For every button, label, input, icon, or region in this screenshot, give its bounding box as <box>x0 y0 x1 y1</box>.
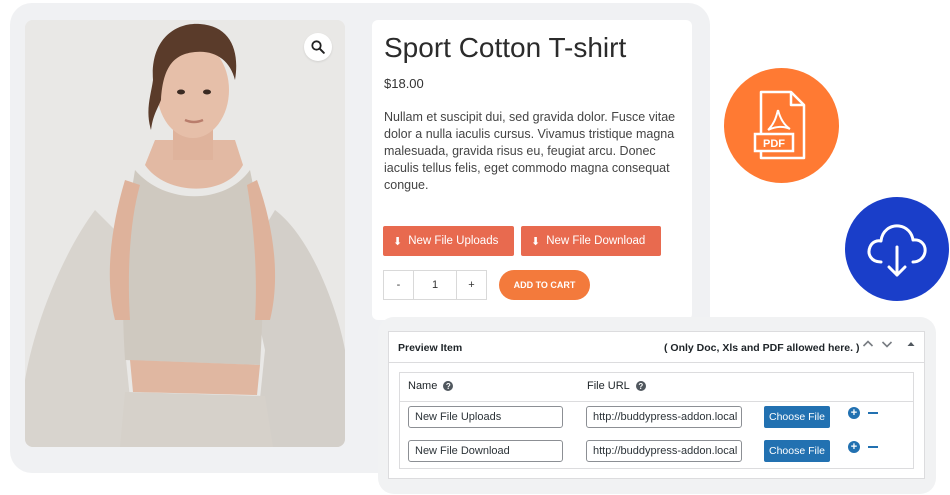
column-label: Name <box>408 380 438 392</box>
column-label: File URL <box>587 380 630 392</box>
choose-file-button[interactable]: Choose File <box>764 440 830 462</box>
new-file-uploads-button[interactable]: ⬇ New File Uploads <box>383 226 514 256</box>
remove-row-icon[interactable] <box>868 412 878 414</box>
file-name-input[interactable]: New File Download <box>408 440 563 462</box>
product-summary: Sport Cotton T-shirt $18.00 Nullam et su… <box>372 20 692 320</box>
magnifier-icon <box>311 40 325 54</box>
download-icon: ⬇ <box>531 235 541 248</box>
help-icon[interactable]: ? <box>635 381 646 391</box>
help-icon[interactable]: ? <box>443 381 454 391</box>
product-title: Sport Cotton T-shirt <box>384 32 627 63</box>
pdf-file-icon: PDF <box>753 90 806 160</box>
column-header-file-url: File URL ? <box>587 380 646 392</box>
quantity-increase-button[interactable]: + <box>457 271 486 299</box>
cloud-download-icon <box>867 224 927 277</box>
add-to-cart-button[interactable]: ADD TO CART <box>499 270 590 300</box>
column-header-name: Name ? <box>408 380 454 392</box>
product-description: Nullam et suscipit dui, sed gravida dolo… <box>384 110 676 192</box>
quantity-input[interactable]: 1 <box>413 271 457 299</box>
file-url-input[interactable]: http://buddypress-addon.local <box>586 440 742 462</box>
quantity-decrease-button[interactable]: - <box>384 271 413 299</box>
product-image <box>25 20 345 447</box>
allowed-types-note: ( Only Doc, Xls and PDF allowed here. ) <box>664 342 860 354</box>
button-label: New File Uploads <box>408 235 499 247</box>
files-table: Name ? File URL ? New File Uploads http:… <box>399 372 914 469</box>
table-header: Name ? File URL ? <box>400 373 913 402</box>
add-row-icon[interactable]: + <box>848 441 860 453</box>
zoom-button[interactable] <box>304 33 332 61</box>
choose-file-button[interactable]: Choose File <box>764 406 830 428</box>
panel-header: Preview Item ( Only Doc, Xls and PDF all… <box>389 332 924 363</box>
collapse-toggle-icon[interactable] <box>906 339 916 352</box>
model-illustration <box>25 20 345 447</box>
pdf-badge: PDF <box>724 68 839 183</box>
button-label: New File Download <box>546 235 646 247</box>
remove-row-icon[interactable] <box>868 446 878 448</box>
new-file-download-button[interactable]: ⬇ New File Download <box>521 226 661 256</box>
move-down-icon[interactable] <box>881 339 893 352</box>
file-name-input[interactable]: New File Uploads <box>408 406 563 428</box>
panel-title: Preview Item <box>398 342 463 354</box>
add-row-icon[interactable]: + <box>848 407 860 419</box>
preview-item-panel: Preview Item ( Only Doc, Xls and PDF all… <box>388 331 925 479</box>
product-price: $18.00 <box>384 76 424 91</box>
cloud-download-badge <box>845 197 949 301</box>
download-icon: ⬇ <box>393 235 403 248</box>
file-url-input[interactable]: http://buddypress-addon.local <box>586 406 742 428</box>
pdf-label: PDF <box>763 138 785 150</box>
move-up-icon[interactable] <box>862 339 874 352</box>
quantity-stepper: - 1 + <box>383 270 487 300</box>
